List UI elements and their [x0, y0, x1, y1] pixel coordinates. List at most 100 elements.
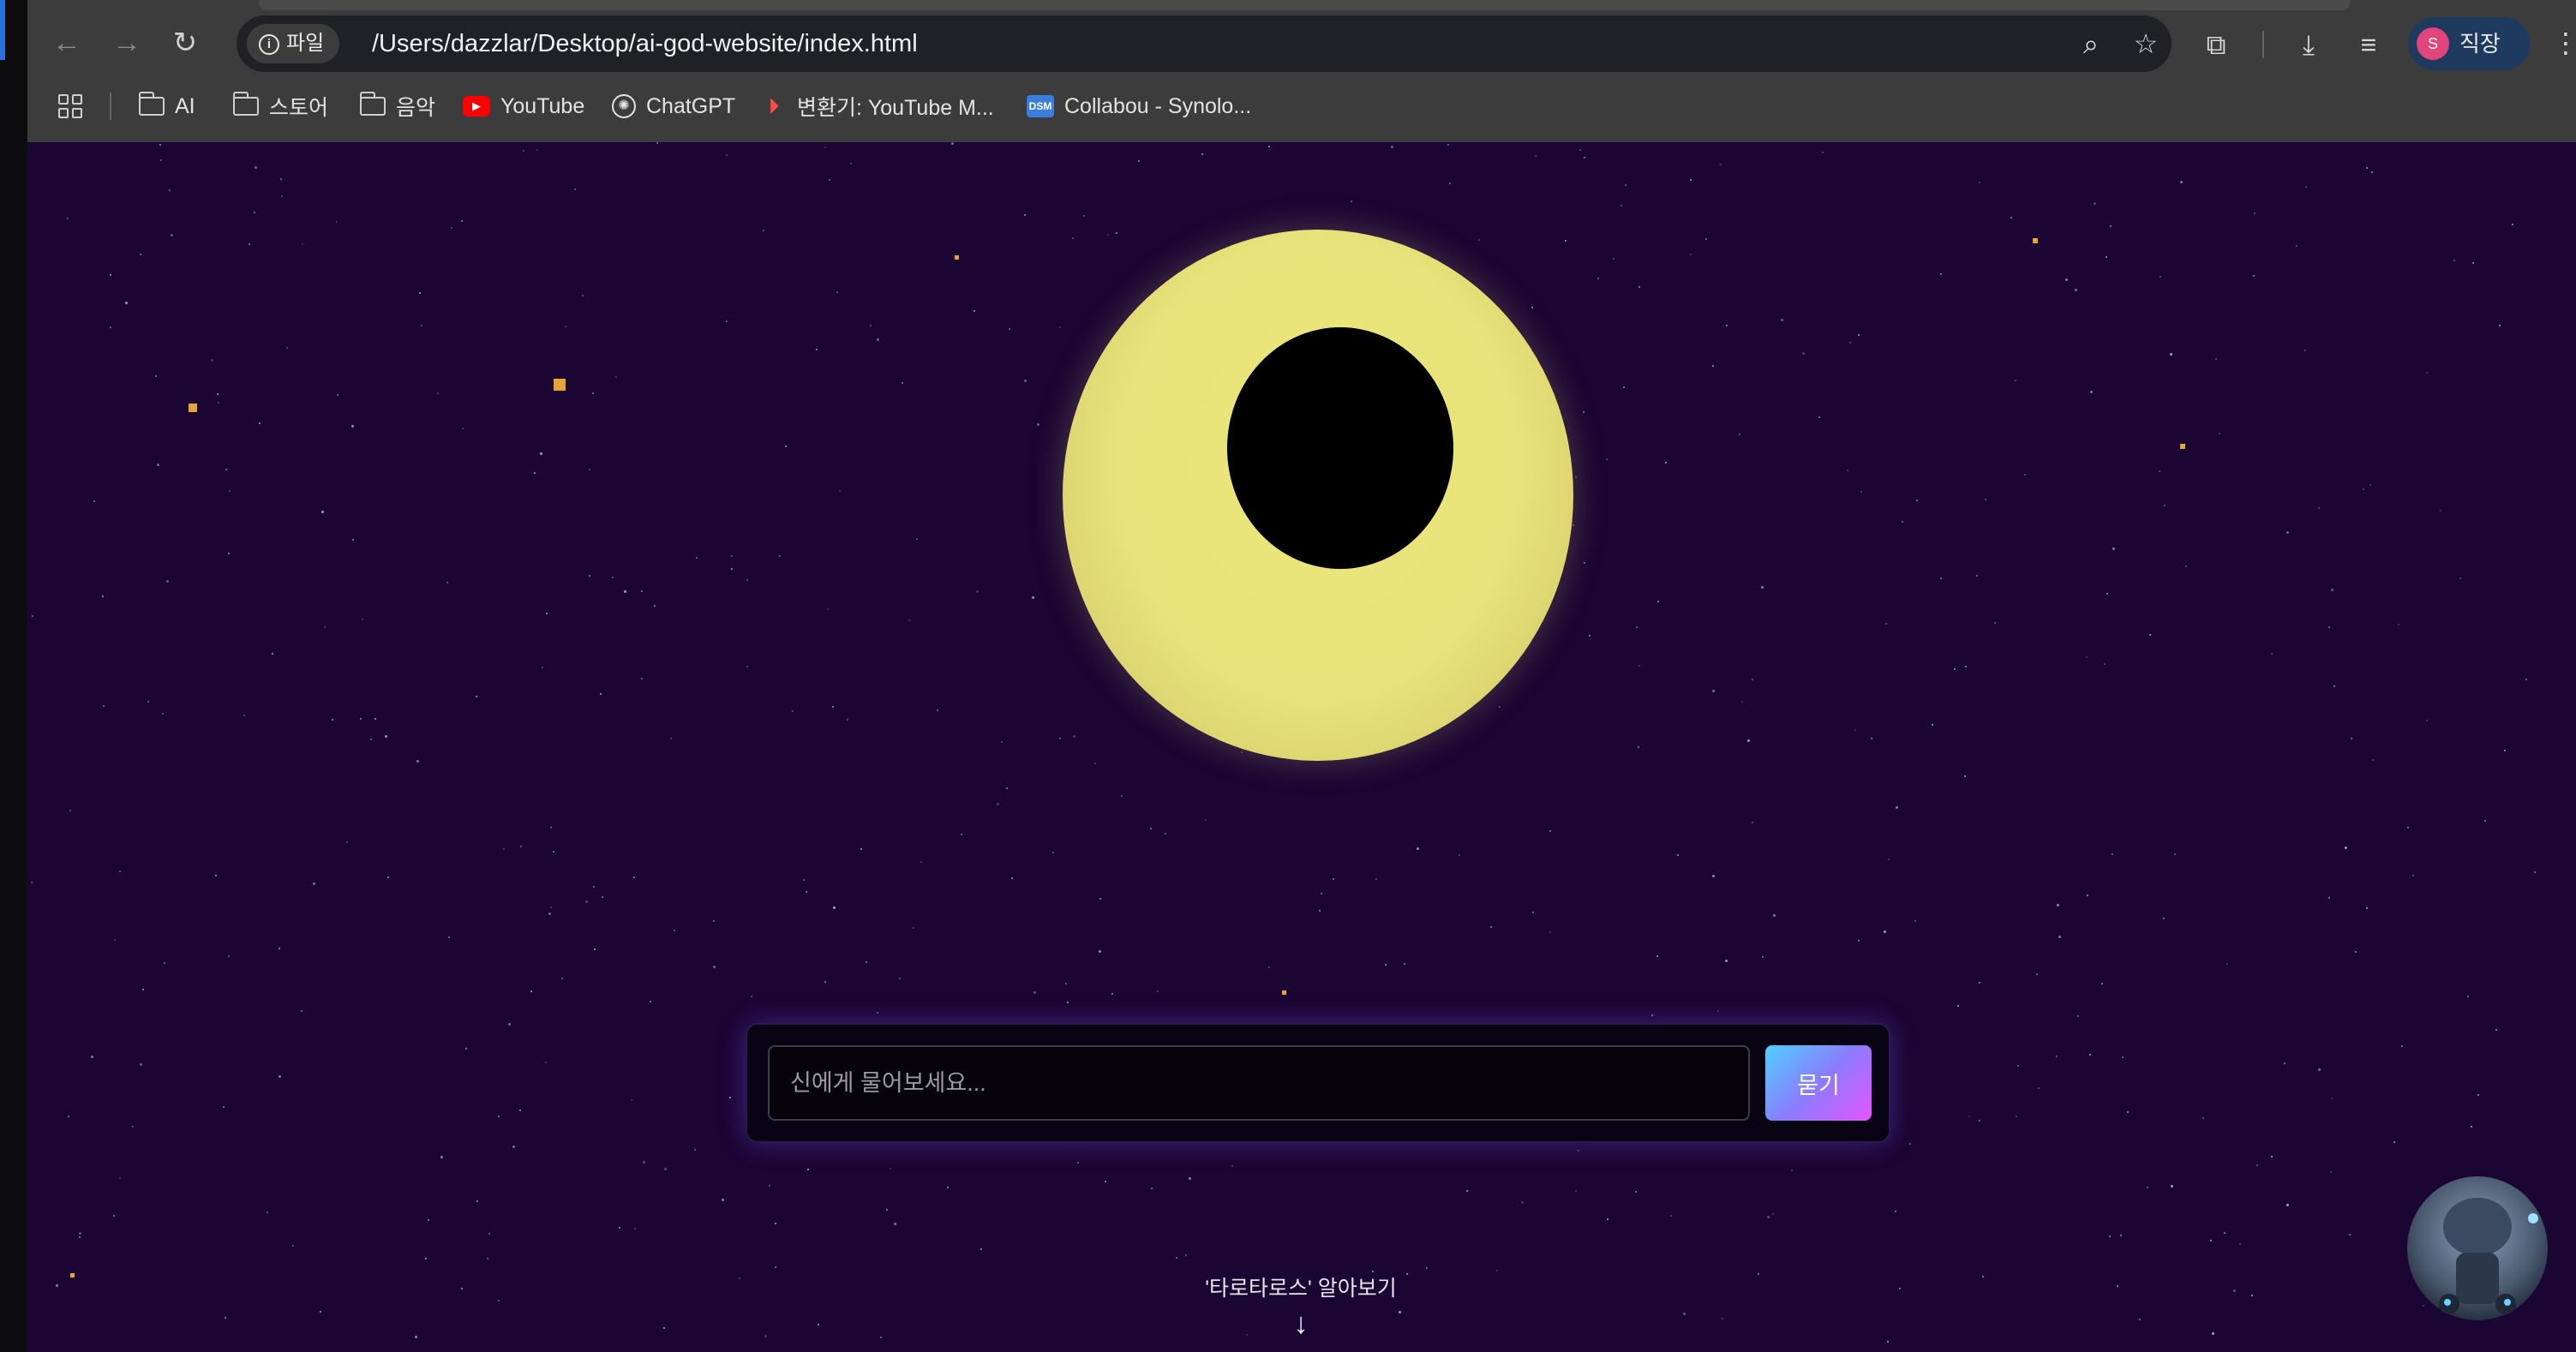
- star: [654, 605, 656, 607]
- star: [321, 511, 324, 513]
- star: [2453, 260, 2455, 261]
- star: [1589, 635, 1591, 637]
- arrow-down-icon[interactable]: ↓: [1284, 1309, 1318, 1338]
- forward-icon[interactable]: →: [110, 26, 144, 60]
- star: [634, 1228, 636, 1229]
- star: [267, 1211, 268, 1213]
- star: [2512, 224, 2513, 225]
- star: [641, 590, 643, 592]
- star: [171, 234, 173, 236]
- star: [223, 1106, 225, 1108]
- star: [550, 827, 552, 829]
- star: [1914, 920, 1916, 922]
- star: [91, 1056, 93, 1058]
- star: [1024, 380, 1027, 382]
- menu-icon[interactable]: ⋮: [2552, 29, 2576, 57]
- url-text[interactable]: /Users/dazzlar/Desktop/ai-god-website/in…: [372, 15, 918, 72]
- star: [2254, 212, 2255, 214]
- star: [1976, 575, 1978, 577]
- star: [169, 189, 171, 191]
- star: [890, 1168, 891, 1170]
- star: [2371, 171, 2373, 173]
- star: [1677, 854, 1679, 856]
- media-control-icon[interactable]: ≡: [2350, 26, 2387, 63]
- question-input[interactable]: [768, 1045, 1750, 1121]
- star: [1968, 1116, 1970, 1117]
- star: [1979, 982, 1980, 984]
- star: [67, 218, 69, 219]
- star: [2251, 1295, 2253, 1296]
- profile-button[interactable]: S 직장: [2408, 17, 2530, 70]
- star: [746, 666, 748, 667]
- star: [1607, 1218, 1609, 1220]
- star: [2467, 996, 2469, 997]
- star: [2328, 897, 2330, 899]
- star: [2109, 1235, 2111, 1237]
- back-icon[interactable]: ←: [50, 26, 84, 60]
- star: [465, 1048, 467, 1050]
- star: [374, 718, 376, 720]
- star: [362, 619, 363, 620]
- star: [1094, 763, 1096, 764]
- star: [2472, 262, 2474, 264]
- star: [346, 841, 348, 843]
- star: [2304, 350, 2306, 351]
- star: [2106, 256, 2107, 258]
- reload-icon[interactable]: ↻: [168, 26, 202, 60]
- zoom-icon[interactable]: ⌕: [2074, 27, 2108, 61]
- learn-more-link[interactable]: '타로타로스' 알아보기: [1056, 1271, 1546, 1302]
- star: [2369, 484, 2371, 486]
- star: [600, 693, 602, 695]
- star: [1185, 1254, 1187, 1256]
- bookmark-ai[interactable]: AI: [138, 86, 195, 127]
- star: [2318, 507, 2320, 509]
- star: [1426, 1267, 1428, 1269]
- star: [1138, 160, 1140, 162]
- star: [286, 347, 288, 349]
- apps-icon[interactable]: [58, 86, 82, 127]
- bookmarks-divider: [110, 93, 111, 120]
- star: [1105, 1181, 1106, 1182]
- star: [1957, 1005, 1959, 1007]
- ask-button[interactable]: 묻기: [1765, 1045, 1872, 1121]
- star: [2163, 918, 2165, 919]
- star: [976, 590, 979, 593]
- site-info-chip[interactable]: i 파일: [247, 24, 339, 63]
- star: [336, 221, 338, 223]
- robot-mascot-icon[interactable]: [2396, 1167, 2559, 1330]
- star: [594, 948, 596, 950]
- star: [713, 920, 715, 922]
- star: [585, 900, 588, 903]
- bookmark-music[interactable]: 음악: [359, 86, 435, 127]
- star: [142, 989, 144, 990]
- extensions-icon[interactable]: ⧉: [2197, 26, 2235, 63]
- star: [1940, 577, 1942, 579]
- toolbar-divider: [2262, 31, 2264, 58]
- star: [2471, 1126, 2472, 1128]
- star: [1620, 205, 1622, 206]
- bookmark-youtube[interactable]: ▶ YouTube: [463, 86, 584, 127]
- folder-icon: [138, 92, 165, 116]
- address-bar[interactable]: i 파일 /Users/dazzlar/Desktop/ai-god-websi…: [237, 15, 2172, 72]
- star: [1690, 254, 1692, 255]
- star: [818, 1324, 819, 1325]
- bookmark-chatgpt[interactable]: ✺ ChatGPT: [612, 86, 735, 127]
- star: [1241, 751, 1243, 753]
- bookmark-store[interactable]: 스토어: [232, 86, 328, 127]
- folder-icon: [232, 92, 259, 116]
- star: [2504, 750, 2506, 751]
- bookmark-converter[interactable]: ⏵ 변환기: YouTube M...: [761, 86, 993, 127]
- star: [125, 302, 128, 304]
- star: [722, 1199, 724, 1201]
- star: [79, 1232, 81, 1235]
- bookmark-collabou[interactable]: DSM Collabou - Synolo...: [1027, 86, 1251, 127]
- star: [113, 1215, 115, 1217]
- star: [68, 1116, 69, 1117]
- star: [259, 422, 261, 424]
- download-icon[interactable]: ⤓: [2290, 26, 2327, 63]
- bookmark-label: YouTube: [500, 93, 585, 118]
- star: [2459, 577, 2461, 579]
- star: [102, 595, 104, 597]
- bookmark-star-icon[interactable]: ☆: [2129, 27, 2163, 61]
- star: [1902, 521, 1903, 523]
